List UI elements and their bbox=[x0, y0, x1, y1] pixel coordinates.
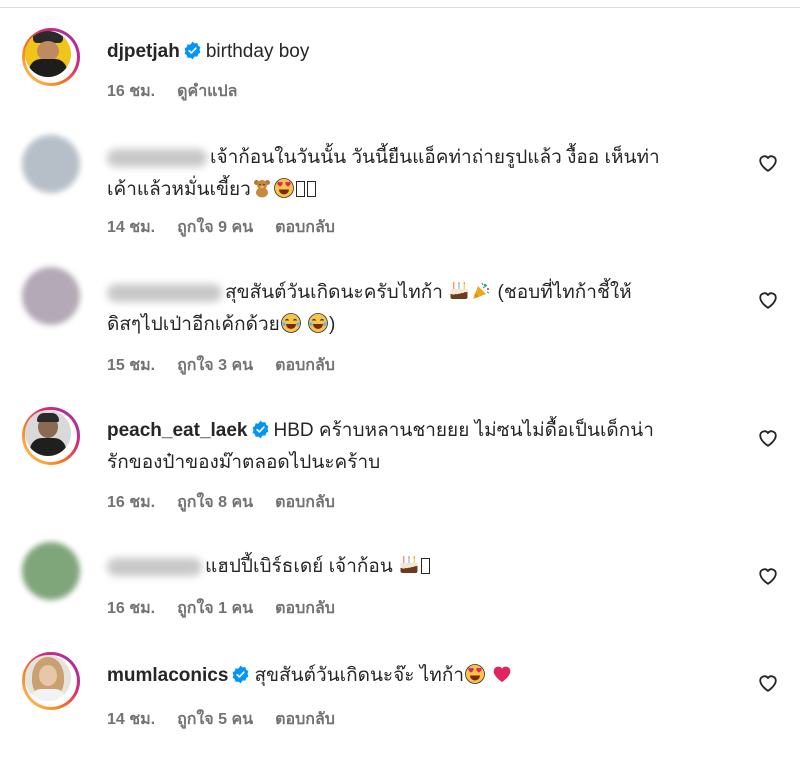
likes-count[interactable]: ถูกใจ 5 คน bbox=[177, 711, 253, 728]
timestamp: 16 ชม. bbox=[107, 494, 156, 511]
top-divider bbox=[0, 7, 800, 8]
see-translation-link[interactable]: ดูคำแปล bbox=[177, 83, 237, 100]
avatar[interactable] bbox=[22, 28, 80, 86]
like-heart-icon[interactable] bbox=[757, 289, 779, 311]
username[interactable]: peach_eat_laek bbox=[107, 420, 248, 441]
timestamp: 14 ชม. bbox=[107, 219, 156, 236]
comment-meta: 15 ชม. ถูกใจ 3 คน ตอบกลับ bbox=[107, 353, 357, 378]
avatar[interactable] bbox=[22, 267, 80, 325]
verified-badge-icon bbox=[251, 420, 270, 439]
comment-text: birthday boy bbox=[205, 41, 310, 62]
reply-button[interactable]: ตอบกลับ bbox=[275, 219, 335, 236]
comment-text-block: mumlaconics สุขสันต์วันเกิดนะจ๊ะ ไทก้า bbox=[107, 660, 737, 692]
comment-text-block: สุขสันต์วันเกิดนะครับไทก้า (ชอบที่ไทก้าช… bbox=[107, 277, 737, 341]
comment-meta: 16 ชม. ดูคำแปล bbox=[107, 79, 259, 104]
comment-text-block: เจ้าก้อนในวันนั้น วันนี้ยืนแอ็คท่าถ่ายรู… bbox=[107, 142, 737, 206]
likes-count[interactable]: ถูกใจ 9 คน bbox=[177, 219, 253, 236]
comment-text: เค้าแล้วหมั่นเขี้ยว bbox=[107, 179, 251, 200]
like-heart-icon[interactable] bbox=[757, 152, 779, 174]
like-heart-icon[interactable] bbox=[757, 565, 779, 587]
cake-emoji-icon bbox=[399, 555, 419, 575]
timestamp: 14 ชม. bbox=[107, 711, 156, 728]
username[interactable]: mumlaconics bbox=[107, 665, 228, 686]
comment-meta: 14 ชม. ถูกใจ 5 คน ตอบกลับ bbox=[107, 707, 357, 732]
username-blurred[interactable] bbox=[107, 557, 202, 576]
tears-of-joy-emoji-icon bbox=[308, 313, 328, 333]
teddy-bear-emoji-icon bbox=[252, 178, 272, 198]
comment-text: เจ้าก้อนในวันนั้น วันนี้ยืนแอ็คท่าถ่ายรู… bbox=[210, 147, 660, 168]
reply-button[interactable]: ตอบกลับ bbox=[275, 600, 335, 617]
comment-meta: 16 ชม. ถูกใจ 8 คน ตอบกลับ bbox=[107, 490, 357, 515]
likes-count[interactable]: ถูกใจ 8 คน bbox=[177, 494, 253, 511]
username-blurred[interactable] bbox=[107, 148, 207, 167]
like-heart-icon[interactable] bbox=[757, 427, 779, 449]
party-popper-emoji-icon bbox=[471, 281, 491, 301]
comment-text: สุขสันต์วันเกิดนะจ๊ะ ไทก้า bbox=[254, 665, 465, 686]
tears-of-joy-emoji-icon bbox=[281, 313, 301, 333]
verified-badge-icon bbox=[183, 41, 202, 60]
reply-button[interactable]: ตอบกลับ bbox=[275, 494, 335, 511]
avatar[interactable] bbox=[22, 407, 80, 465]
comment-meta: 14 ชม. ถูกใจ 9 คน ตอบกลับ bbox=[107, 215, 357, 240]
comment-text: แฮปปี้เบิร์ธเดย์ เจ้าก้อน bbox=[205, 556, 393, 577]
timestamp: 15 ชม. bbox=[107, 357, 156, 374]
heart-emoji-icon bbox=[492, 664, 512, 684]
likes-count[interactable]: ถูกใจ 1 คน bbox=[177, 600, 253, 617]
timestamp: 16 ชม. bbox=[107, 600, 156, 617]
verified-badge-icon bbox=[231, 665, 250, 684]
like-heart-icon[interactable] bbox=[757, 672, 779, 694]
cake-emoji-icon bbox=[449, 281, 469, 301]
reply-button[interactable]: ตอบกลับ bbox=[275, 711, 335, 728]
avatar[interactable] bbox=[22, 135, 80, 193]
username[interactable]: djpetjah bbox=[107, 41, 180, 62]
comment-text: ) bbox=[329, 314, 336, 335]
comment-text: รักของป๋าของม๊าตลอดไปนะคร้าบ bbox=[107, 452, 381, 473]
comment-text-block: แฮปปี้เบิร์ธเดย์ เจ้าก้อน bbox=[107, 551, 737, 583]
heart-eyes-emoji-icon bbox=[274, 178, 294, 198]
comment-text: (ชอบที่ไทก้าชี้ให้ bbox=[497, 282, 632, 303]
timestamp: 16 ชม. bbox=[107, 83, 156, 100]
comment-text: ดิสๆไปเป่าอีกเค้กด้วย bbox=[107, 314, 280, 335]
avatar[interactable] bbox=[22, 652, 80, 710]
comment-text-block: djpetjah birthday boy bbox=[107, 36, 737, 68]
likes-count[interactable]: ถูกใจ 3 คน bbox=[177, 357, 253, 374]
username-blurred[interactable] bbox=[107, 283, 222, 302]
comment-text: HBD คร้าบหลานชายยย ไม่ซนไม่ดื้อเป็นเด็กน… bbox=[273, 420, 654, 441]
heart-eyes-emoji-icon bbox=[465, 664, 485, 684]
comment-meta: 16 ชม. ถูกใจ 1 คน ตอบกลับ bbox=[107, 596, 357, 621]
comment-text-block: peach_eat_laek HBD คร้าบหลานชายยย ไม่ซนไม… bbox=[107, 415, 737, 479]
comment-text: สุขสันต์วันเกิดนะครับไทก้า bbox=[225, 282, 443, 303]
avatar[interactable] bbox=[22, 542, 80, 600]
reply-button[interactable]: ตอบกลับ bbox=[275, 357, 335, 374]
